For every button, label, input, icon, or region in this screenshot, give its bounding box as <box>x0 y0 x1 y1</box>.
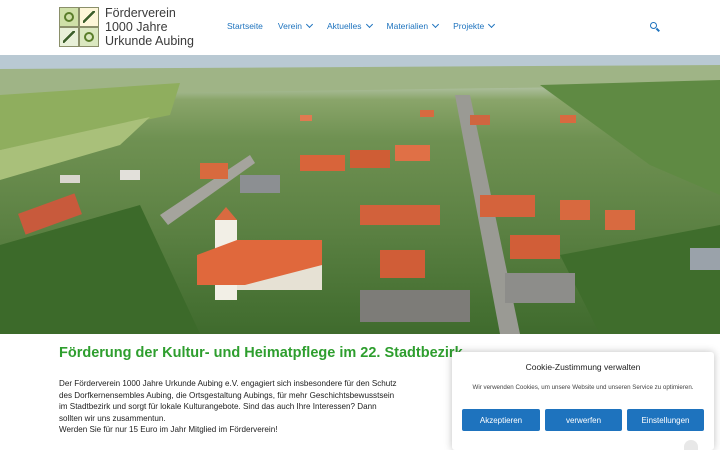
roof <box>505 273 575 303</box>
roof <box>380 250 425 278</box>
nav-item-label: Aktuelles <box>327 21 362 31</box>
page-headline: Förderung der Kultur- und Heimatpflege i… <box>59 345 463 361</box>
main-nav: Startseite Verein Aktuelles Materialien … <box>227 20 509 31</box>
roof <box>560 200 590 220</box>
roof <box>395 145 430 161</box>
paragraph-line: Werden Sie für nur 15 Euro im Jahr Mitgl… <box>59 425 278 434</box>
logo-tile-icon <box>79 27 99 47</box>
intro-paragraph: Der Förderverein 1000 Jahre Urkunde Aubi… <box>59 378 439 436</box>
roof <box>300 115 312 121</box>
logo-tile-icon <box>79 7 99 27</box>
cookie-reject-button[interactable]: verwerfen <box>545 409 622 431</box>
nav-item-aktuelles[interactable]: Aktuelles <box>327 20 373 31</box>
roof <box>300 155 345 171</box>
roof <box>560 115 576 123</box>
nav-item-startseite[interactable]: Startseite <box>227 21 263 31</box>
roof <box>120 170 140 180</box>
roof <box>470 115 490 125</box>
paragraph-line: des Dorfkernensembles Aubing, die Ortsge… <box>59 390 395 400</box>
cookie-toggle-tab[interactable] <box>684 440 698 450</box>
chevron-down-icon <box>305 20 314 29</box>
roof <box>240 175 280 193</box>
paragraph-line: im Stadtbezirk und sorgt für lokale Kult… <box>59 402 377 411</box>
site-logo[interactable] <box>59 7 99 47</box>
cookie-accept-button[interactable]: Akzeptieren <box>462 409 540 431</box>
cookie-title: Cookie-Zustimmung verwalten <box>525 362 641 372</box>
chevron-down-icon <box>488 20 496 29</box>
roof <box>350 150 390 168</box>
church-tower-roof <box>215 207 237 220</box>
nav-item-projekte[interactable]: Projekte <box>453 20 496 31</box>
site-title-line: Urkunde Aubing <box>105 34 194 48</box>
nav-item-label: Materialien <box>386 21 429 31</box>
nav-item-verein[interactable]: Verein <box>277 20 314 31</box>
roof <box>360 290 470 322</box>
logo-tile-icon <box>59 7 79 27</box>
chevron-down-icon <box>365 20 373 29</box>
cookie-settings-button[interactable]: Einstellungen <box>627 409 704 431</box>
roof <box>605 210 635 230</box>
roof <box>480 195 535 217</box>
site-title[interactable]: Förderverein 1000 Jahre Urkunde Aubing <box>105 6 194 48</box>
cookie-description: Wir verwenden Cookies, um unsere Website… <box>472 384 694 391</box>
logo-tile-icon <box>59 27 79 47</box>
roof <box>420 110 434 117</box>
nav-item-label: Projekte <box>453 21 485 31</box>
trees-right <box>540 80 720 195</box>
trees-bottom-right <box>560 225 720 334</box>
paragraph-line: Der Förderverein 1000 Jahre Urkunde Aubi… <box>59 379 397 388</box>
hero-aerial-photo <box>0 55 720 334</box>
search-icon[interactable] <box>650 22 660 32</box>
roof <box>360 205 440 225</box>
cookie-consent-panel: Cookie-Zustimmung verwalten Wir verwende… <box>452 352 714 450</box>
roof <box>60 175 80 183</box>
site-title-line: 1000 Jahre <box>105 20 168 34</box>
site-header: Förderverein 1000 Jahre Urkunde Aubing S… <box>0 0 720 55</box>
roof <box>690 248 720 270</box>
paragraph-line: sollten wir uns zusammentun. <box>59 413 166 423</box>
roof <box>510 235 560 259</box>
nav-item-label: Startseite <box>227 21 263 31</box>
aerial-village-illustration <box>0 55 720 334</box>
chevron-down-icon <box>432 20 440 29</box>
roof <box>200 163 228 179</box>
site-title-line: Förderverein <box>105 6 176 20</box>
search-icon-handle <box>656 27 660 32</box>
nav-item-materialien[interactable]: Materialien <box>386 20 440 31</box>
nav-item-label: Verein <box>277 21 303 31</box>
